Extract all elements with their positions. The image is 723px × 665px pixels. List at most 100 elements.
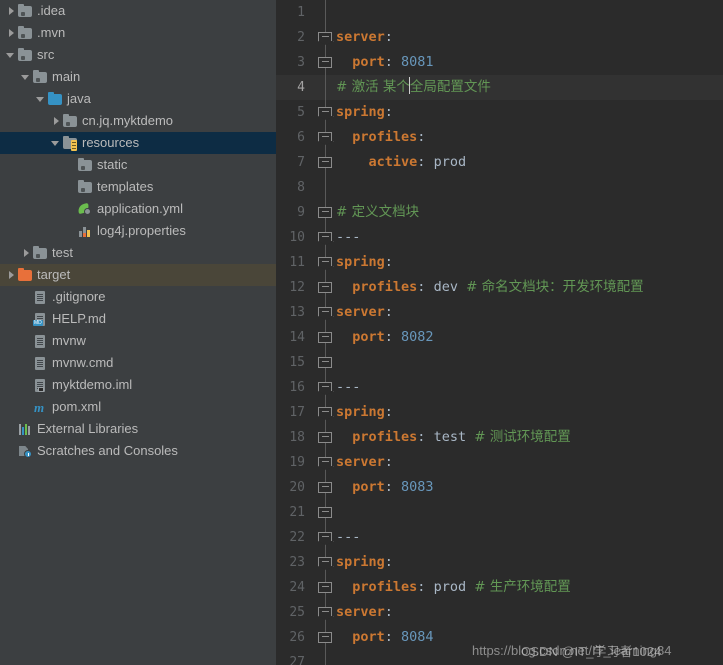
code-line[interactable]: 19 server: [276,450,723,475]
line-number: 9 [297,205,305,220]
code-line[interactable]: 20 port: 8083 [276,475,723,500]
code-line[interactable]: 7 active: prod [276,150,723,175]
fold-gutter[interactable] [314,650,336,665]
tree-item-gitignore[interactable]: .gitignore [0,286,276,308]
fold-gutter[interactable] [314,175,336,200]
tree-item-pom-xml[interactable]: m pom.xml [0,396,276,418]
expand-toggle-down[interactable] [6,50,17,61]
fold-gutter[interactable] [314,550,336,575]
folder-grey-icon [17,47,33,63]
expand-toggle-right[interactable] [21,248,32,259]
fold-gutter[interactable] [314,575,336,600]
code-line[interactable]: 15 [276,350,723,375]
code-line[interactable]: 21 [276,500,723,525]
expand-toggle-right[interactable] [6,270,17,281]
line-content: server: [336,604,393,620]
tree-item-resources[interactable]: resources [0,132,276,154]
fold-gutter[interactable] [314,200,336,225]
code-line[interactable]: 8 [276,175,723,200]
tree-item-mvnw-cmd[interactable]: mvnw.cmd [0,352,276,374]
expand-toggle-down[interactable] [51,138,62,149]
fold-gutter[interactable] [314,525,336,550]
tree-item-label: .gitignore [52,289,106,304]
code-line[interactable]: 10 --- [276,225,723,250]
tree-item-test[interactable]: test [0,242,276,264]
fold-gutter[interactable] [314,25,336,50]
fold-gutter[interactable] [314,375,336,400]
code-line[interactable]: 12 profiles: dev # 命名文档块：开发环境配置 [276,275,723,300]
fold-gutter[interactable] [314,475,336,500]
tree-item-external-libraries[interactable]: External Libraries [0,418,276,440]
fold-gutter[interactable] [314,425,336,450]
code-line[interactable]: 24 profiles: prod # 生产环境配置 [276,575,723,600]
code-line[interactable]: 13 server: [276,300,723,325]
fold-gutter[interactable] [314,100,336,125]
code-line[interactable]: 18 profiles: test # 测试环境配置 [276,425,723,450]
code-line[interactable]: 25 server: [276,600,723,625]
code-line[interactable]: 23 spring: [276,550,723,575]
fold-gutter[interactable] [314,600,336,625]
code-line[interactable]: 4 # 激活 某个全局配置文件 [276,75,723,100]
fold-gutter[interactable] [314,500,336,525]
line-number: 15 [289,355,305,370]
expand-toggle-right[interactable] [51,116,62,127]
no-toggle [21,402,32,413]
expand-toggle-down[interactable] [21,72,32,83]
tree-item-templates[interactable]: templates [0,176,276,198]
tree-item-log4j-properties[interactable]: log4j.properties [0,220,276,242]
fold-gutter[interactable] [314,300,336,325]
expand-toggle-right[interactable] [6,6,17,17]
code-line[interactable]: 17 spring: [276,400,723,425]
tree-item-main[interactable]: main [0,66,276,88]
fold-gutter[interactable] [314,150,336,175]
tree-item-idea[interactable]: .idea [0,0,276,22]
code-line[interactable]: 14 port: 8082 [276,325,723,350]
tree-item-scratches-and-consoles[interactable]: Scratches and Consoles [0,440,276,462]
fold-gutter[interactable] [314,350,336,375]
code-line[interactable]: 5 spring: [276,100,723,125]
tree-item-static[interactable]: static [0,154,276,176]
line-content: spring: [336,404,393,420]
line-number: 6 [297,130,305,145]
line-number: 13 [289,305,305,320]
code-line[interactable]: 1 [276,0,723,25]
fold-gutter[interactable] [314,0,336,25]
code-line[interactable]: 6 profiles: [276,125,723,150]
code-line[interactable]: 16 --- [276,375,723,400]
line-content: server: [336,304,393,320]
fold-gutter[interactable] [314,125,336,150]
tree-item-help-md[interactable]: MD HELP.md [0,308,276,330]
expand-toggle-down[interactable] [36,94,47,105]
no-toggle [66,226,77,237]
fold-gutter[interactable] [314,275,336,300]
tree-item-myktdemo-iml[interactable]: myktdemo.iml [0,374,276,396]
line-number: 26 [289,630,305,645]
fold-gutter[interactable] [314,250,336,275]
code-editor[interactable]: 1 2 server: 3 port: 8081 4 # 激活 某个全局配置文件 5 spri… [276,0,723,665]
tree-item-src[interactable]: src [0,44,276,66]
fold-gutter[interactable] [314,50,336,75]
project-sidebar[interactable]: .idea .mvn src main java cn.jq.myktdemo resour… [0,0,276,665]
tree-item-mvn[interactable]: .mvn [0,22,276,44]
expand-toggle-right[interactable] [6,28,17,39]
code-line[interactable]: 11 spring: [276,250,723,275]
fold-gutter[interactable] [314,450,336,475]
fold-gutter[interactable] [314,225,336,250]
code-line[interactable]: 3 port: 8081 [276,50,723,75]
folder-grey-icon [77,179,93,195]
tree-item-target[interactable]: target [0,264,276,286]
code-line[interactable]: 2 server: [276,25,723,50]
code-line[interactable]: 22 --- [276,525,723,550]
tree-item-application-yml[interactable]: application.yml [0,198,276,220]
code-line[interactable]: 9 # 定义文档块 [276,200,723,225]
tree-item-mvnw[interactable]: mvnw [0,330,276,352]
fold-gutter[interactable] [314,400,336,425]
tree-item-java[interactable]: java [0,88,276,110]
tree-item-label: Scratches and Consoles [37,443,178,458]
line-number: 10 [289,230,305,245]
tree-item-cn-jq-myktdemo[interactable]: cn.jq.myktdemo [0,110,276,132]
properties-file-icon [77,223,93,239]
fold-gutter[interactable] [314,625,336,650]
fold-gutter[interactable] [314,75,336,100]
fold-gutter[interactable] [314,325,336,350]
